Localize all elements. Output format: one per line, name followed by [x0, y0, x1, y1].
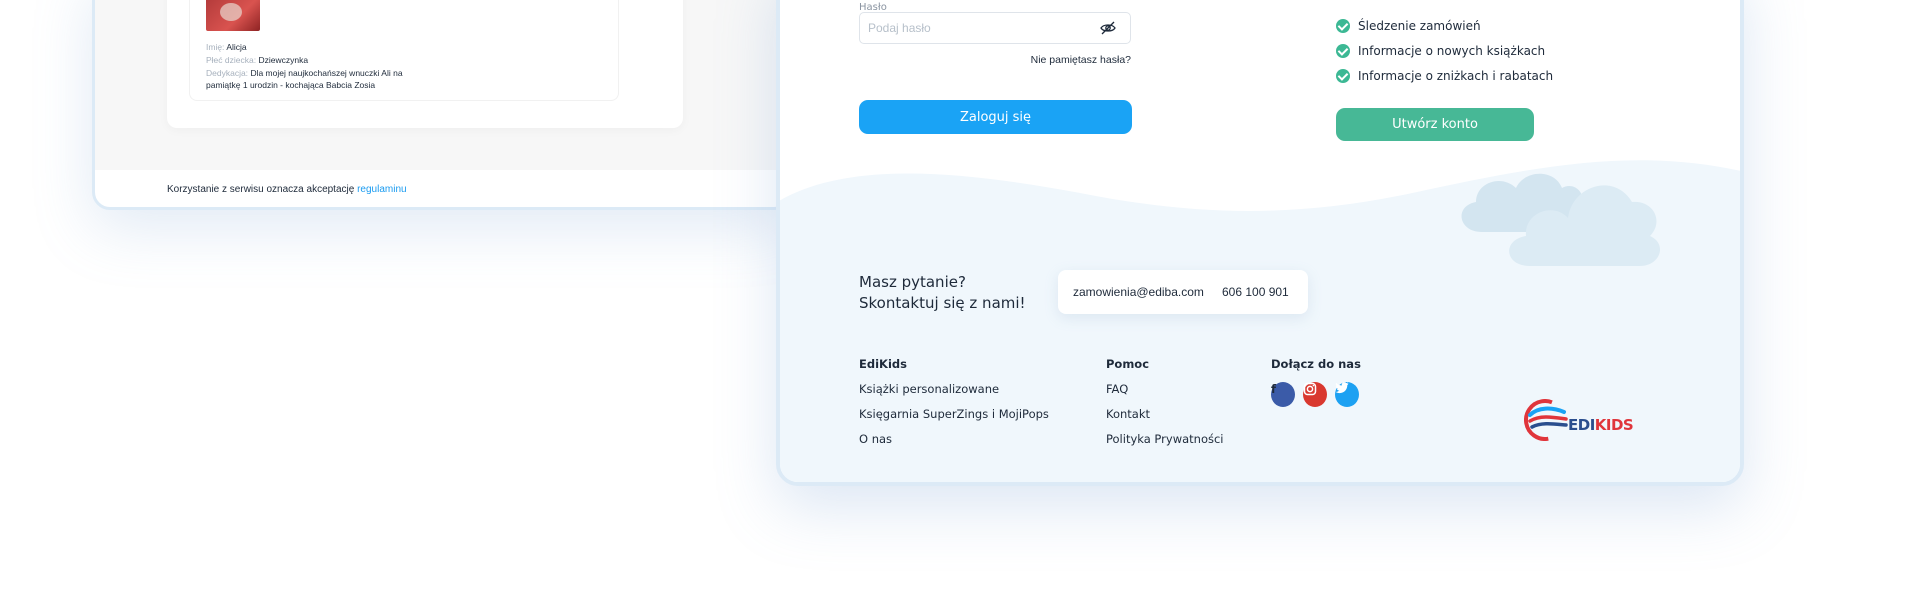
social-links: f — [1271, 382, 1361, 407]
book-summary-box: Imię: Alicja Płeć dziecka: Dziewczynka D… — [189, 0, 619, 101]
footer-link-bookstore[interactable]: Księgarnia SuperZings i MojiPops — [859, 407, 1049, 432]
logo-wordmark: EDIKIDS — [1568, 416, 1634, 434]
contact-box: zamowienia@ediba.com 606 100 901 — [1058, 270, 1308, 314]
terms-notice: Korzystanie z serwisu oznacza akceptację… — [167, 184, 407, 195]
account-window: Hasło Nie pamiętasz hasła? Zaloguj się Ś… — [776, 0, 1744, 486]
facebook-icon[interactable]: f — [1271, 382, 1295, 407]
footer-column-social: Dołącz do nas f — [1271, 357, 1361, 407]
footer-heading: Dołącz do nas — [1271, 357, 1361, 371]
contact-email-link[interactable]: zamowienia@ediba.com — [1058, 285, 1222, 299]
check-icon — [1336, 18, 1350, 33]
eye-slash-icon[interactable] — [1100, 20, 1116, 36]
footer-column-help: Pomoc FAQ Kontakt Polityka Prywatności — [1106, 357, 1224, 457]
contact-question: Masz pytanie? Skontaktuj się z nami! — [859, 273, 1026, 312]
edikids-logo-mark — [1524, 399, 1568, 441]
benefit-item: Śledzenie zamówień — [1336, 13, 1553, 38]
footer-column-edikids: EdiKids Książki personalizowane Księgarn… — [859, 357, 1049, 457]
terms-link[interactable]: regulaminu — [357, 184, 406, 195]
cloud-icon — [1461, 173, 1661, 266]
check-icon — [1336, 68, 1350, 83]
login-button[interactable]: Zaloguj się — [859, 100, 1132, 134]
benefits-list: Śledzenie zamówień Informacje o nowych k… — [1336, 13, 1553, 88]
order-summary-window: Imię: Alicja Płeć dziecka: Dziewczynka D… — [92, 0, 792, 210]
footer-link-personalized-books[interactable]: Książki personalizowane — [859, 382, 1049, 407]
check-icon — [1336, 43, 1350, 58]
footer-link-about[interactable]: O nas — [859, 432, 1049, 457]
password-input[interactable] — [860, 13, 1090, 43]
page-canvas: Imię: Alicja Płeć dziecka: Dziewczynka D… — [0, 0, 1920, 600]
twitter-icon[interactable] — [1335, 382, 1359, 407]
benefit-item: Informacje o zniżkach i rabatach — [1336, 63, 1553, 88]
footer-heading: EdiKids — [859, 357, 907, 371]
footer-heading: Pomoc — [1106, 357, 1150, 371]
book-cover-thumbnail — [206, 0, 260, 31]
child-name-row: Imię: Alicja — [206, 42, 247, 52]
edikids-logo[interactable]: EDIKIDS — [1524, 399, 1634, 443]
footer-link-privacy[interactable]: Polityka Prywatności — [1106, 432, 1224, 457]
footer-link-faq[interactable]: FAQ — [1106, 382, 1224, 407]
forgot-password-link[interactable]: Nie pamiętasz hasła? — [1030, 54, 1131, 66]
summary-card: Imię: Alicja Płeć dziecka: Dziewczynka D… — [167, 0, 683, 128]
create-account-button[interactable]: Utwórz konto — [1336, 108, 1534, 141]
instagram-icon[interactable] — [1303, 382, 1327, 407]
dedication-row: Dedykacja: Dla mojej naujkochańszej wnuc… — [206, 68, 403, 90]
benefit-item: Informacje o nowych książkach — [1336, 38, 1553, 63]
password-field-wrapper — [859, 12, 1131, 44]
child-gender-row: Płeć dziecka: Dziewczynka — [206, 55, 309, 65]
footer-link-contact[interactable]: Kontakt — [1106, 407, 1224, 432]
contact-phone-link[interactable]: 606 100 901 — [1222, 285, 1289, 299]
